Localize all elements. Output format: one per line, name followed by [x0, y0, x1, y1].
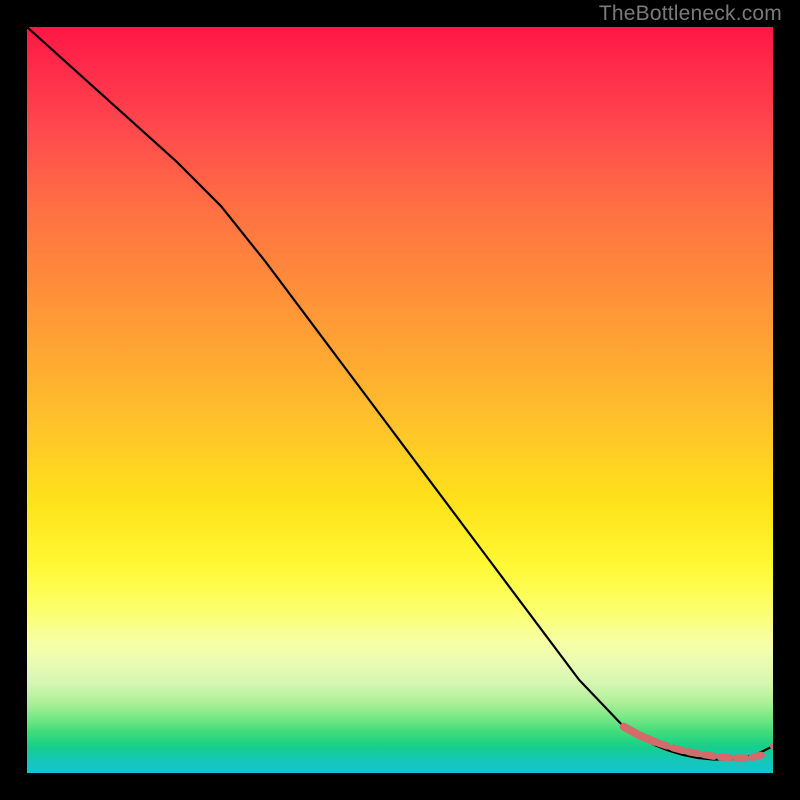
dash-segment: [752, 755, 761, 757]
dash-segment: [673, 748, 682, 750]
dash-segment: [658, 743, 667, 746]
dashed-trail-head: [624, 727, 655, 742]
dashed-trail: [624, 727, 762, 758]
plot-area: [27, 27, 773, 773]
chart-frame: TheBottleneck.com: [0, 0, 800, 800]
watermark-text: TheBottleneck.com: [599, 2, 782, 26]
chart-overlay: [27, 27, 773, 773]
dash-segment: [689, 752, 698, 754]
dash-segment: [704, 755, 713, 757]
dash-segment: [720, 757, 729, 758]
main-curve: [27, 27, 773, 760]
